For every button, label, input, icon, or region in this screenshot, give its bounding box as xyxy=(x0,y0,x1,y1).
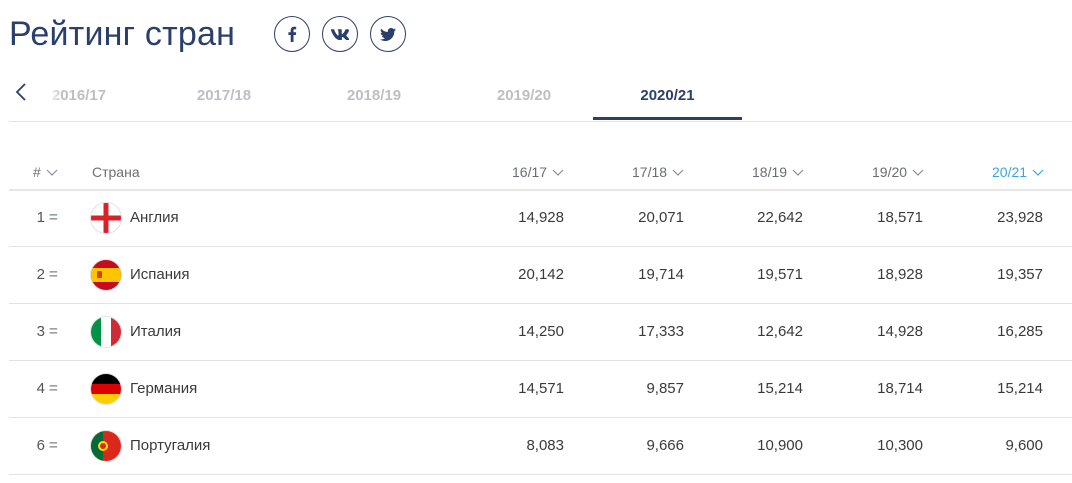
chevron-down-icon xyxy=(672,169,684,177)
rank: 6 xyxy=(36,437,45,454)
table-row: 2 = Испания 20,142 19,714 19,571 18,928 … xyxy=(9,247,1072,304)
chevron-left-icon xyxy=(15,83,26,101)
header-16-17-label: 16/17 xyxy=(512,164,548,180)
sort-20-21[interactable]: 20/21 xyxy=(992,155,1044,189)
rank-change-icon: = xyxy=(49,266,58,283)
portugal-flag-icon xyxy=(91,431,121,461)
tabs-fade xyxy=(49,70,61,120)
value-19-20: 18,714 xyxy=(877,380,923,397)
header-17-18-label: 17/18 xyxy=(632,164,668,180)
value-18-19: 12,642 xyxy=(757,323,803,340)
sort-rank[interactable]: # xyxy=(33,155,58,189)
season-tabs: 2016/17 2017/18 2018/19 2019/20 2020/21 xyxy=(9,70,1072,122)
table-row: 6 = Португалия 8,083 9,666 10,900 10,300… xyxy=(9,418,1072,475)
sort-19-20[interactable]: 19/20 xyxy=(872,155,924,189)
country-link[interactable]: Португалия xyxy=(130,418,210,474)
rank-change-icon: = xyxy=(49,380,58,397)
rank-change-icon: = xyxy=(49,437,58,454)
country-link[interactable]: Англия xyxy=(130,190,179,246)
value-16-17: 20,142 xyxy=(518,266,564,283)
chevron-down-icon xyxy=(1032,169,1044,177)
value-19-20: 10,300 xyxy=(877,437,923,454)
value-19-20: 14,928 xyxy=(877,323,923,340)
tab-2018-19[interactable]: 2018/19 xyxy=(299,70,449,120)
table-row: 3 = Италия 14,250 17,333 12,642 14,928 1… xyxy=(9,304,1072,361)
value-18-19: 19,571 xyxy=(757,266,803,283)
value-18-19: 10,900 xyxy=(757,437,803,454)
rank-change-icon: = xyxy=(49,323,58,340)
header-18-19-label: 18/19 xyxy=(752,164,788,180)
value-16-17: 14,571 xyxy=(518,380,564,397)
vk-icon xyxy=(331,28,349,40)
value-16-17: 14,250 xyxy=(518,323,564,340)
header-20-21-label: 20/21 xyxy=(992,164,1028,180)
country-link[interactable]: Италия xyxy=(130,304,181,360)
table-row: 4 = Германия 14,571 9,857 15,214 18,714 … xyxy=(9,361,1072,418)
vk-share-button[interactable] xyxy=(322,16,358,52)
chevron-down-icon xyxy=(792,169,804,177)
value-17-18: 20,071 xyxy=(638,209,684,226)
header-19-20-label: 19/20 xyxy=(872,164,908,180)
spain-flag-icon xyxy=(91,260,121,290)
value-17-18: 9,666 xyxy=(646,437,684,454)
value-20-21: 16,285 xyxy=(997,323,1043,340)
value-20-21: 15,214 xyxy=(997,380,1043,397)
value-17-18: 19,714 xyxy=(638,266,684,283)
table-header: # Страна 16/17 17/18 18/19 19/20 20/21 xyxy=(9,155,1072,191)
facebook-icon xyxy=(288,26,297,42)
value-16-17: 14,928 xyxy=(518,209,564,226)
rank: 1 xyxy=(36,209,45,226)
country-link[interactable]: Германия xyxy=(130,361,197,417)
value-20-21: 23,928 xyxy=(997,209,1043,226)
country-link[interactable]: Испания xyxy=(130,247,190,303)
tab-2016-17[interactable]: 2016/17 xyxy=(49,70,149,120)
value-18-19: 22,642 xyxy=(757,209,803,226)
twitter-icon xyxy=(380,27,396,41)
rank: 2 xyxy=(36,266,45,283)
tab-2017-18[interactable]: 2017/18 xyxy=(149,70,299,120)
header-country: Страна xyxy=(92,164,140,180)
value-18-19: 15,214 xyxy=(757,380,803,397)
england-flag-icon xyxy=(91,203,121,233)
value-17-18: 17,333 xyxy=(638,323,684,340)
chevron-down-icon xyxy=(46,169,58,177)
sort-18-19[interactable]: 18/19 xyxy=(752,155,804,189)
facebook-share-button[interactable] xyxy=(274,16,310,52)
value-16-17: 8,083 xyxy=(526,437,564,454)
tab-2019-20[interactable]: 2019/20 xyxy=(449,70,599,120)
twitter-share-button[interactable] xyxy=(370,16,406,52)
sort-17-18[interactable]: 17/18 xyxy=(632,155,684,189)
chevron-down-icon xyxy=(552,169,564,177)
tabs-track: 2016/17 2017/18 2018/19 2019/20 2020/21 xyxy=(49,70,1072,121)
value-17-18: 9,857 xyxy=(646,380,684,397)
value-20-21: 19,357 xyxy=(997,266,1043,283)
italy-flag-icon xyxy=(91,317,121,347)
value-19-20: 18,928 xyxy=(877,266,923,283)
page-title: Рейтинг стран xyxy=(9,15,236,53)
value-20-21: 9,600 xyxy=(1005,437,1043,454)
tabs-prev-button[interactable] xyxy=(15,82,31,104)
rank-change-icon: = xyxy=(49,209,58,226)
sort-16-17[interactable]: 16/17 xyxy=(512,155,564,189)
header-rank-label: # xyxy=(33,164,41,180)
tab-2020-21[interactable]: 2020/21 xyxy=(593,70,742,120)
value-19-20: 18,571 xyxy=(877,209,923,226)
chevron-down-icon xyxy=(912,169,924,177)
table-row: 1 = Англия 14,928 20,071 22,642 18,571 2… xyxy=(9,190,1072,247)
rank: 3 xyxy=(36,323,45,340)
germany-flag-icon xyxy=(91,374,121,404)
rank: 4 xyxy=(36,380,45,397)
